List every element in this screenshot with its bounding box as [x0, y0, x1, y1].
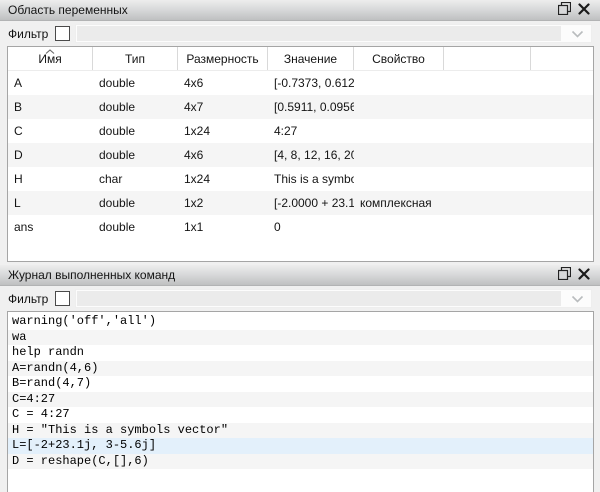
cell-property: комплексная: [354, 196, 444, 210]
history-filter-checkbox[interactable]: [55, 291, 70, 306]
column-header-label: Тип: [125, 52, 145, 66]
cell-dimension: 1x24: [178, 172, 268, 186]
history-close-button[interactable]: [574, 267, 594, 284]
close-icon: [578, 268, 590, 283]
workspace-filter-row: Фильтр: [0, 21, 600, 46]
variable-row-H[interactable]: Hchar1x24This is a symbol...: [8, 167, 593, 191]
column-header-type[interactable]: Тип: [93, 47, 178, 70]
chevron-down-icon: [571, 295, 584, 304]
cell-dimension: 1x2: [178, 196, 268, 210]
command-history-panel: Журнал выполненных команд Фильтр warning…: [0, 265, 600, 492]
cell-name: L: [8, 196, 93, 210]
command-item[interactable]: C = 4:27: [8, 407, 593, 423]
column-header-label: Значение: [284, 52, 337, 66]
cell-name: H: [8, 172, 93, 186]
cell-type: double: [93, 196, 178, 210]
cell-value: [-2.0000 + 23.10...: [268, 196, 354, 210]
workspace-filter-combobox[interactable]: [75, 24, 592, 43]
column-header-dimension[interactable]: Размерность: [178, 47, 268, 70]
cell-name: C: [8, 124, 93, 138]
workspace-filter-combobox-field[interactable]: [77, 26, 561, 41]
variable-row-A[interactable]: Adouble4x6[-0.7373, 0.6125,...: [8, 71, 593, 95]
history-filter-combobox[interactable]: [75, 289, 592, 308]
command-history-list: warning('off','all')wahelp randnA=randn(…: [7, 311, 594, 492]
cell-dimension: 1x1: [178, 220, 268, 234]
cell-name: A: [8, 76, 93, 90]
history-titlebar: Журнал выполненных команд: [0, 265, 600, 286]
command-item[interactable]: L=[-2+23.1j, 3-5.6j]: [8, 438, 593, 454]
cell-value: This is a symbol...: [268, 172, 354, 186]
history-filter-combobox-field[interactable]: [77, 291, 561, 306]
cell-value: [-0.7373, 0.6125,...: [268, 76, 354, 90]
float-icon: [558, 2, 571, 18]
cell-value: [0.5911, 0.09564...: [268, 100, 354, 114]
cell-type: double: [93, 220, 178, 234]
cell-dimension: 1x24: [178, 124, 268, 138]
cell-name: ans: [8, 220, 93, 234]
sort-ascending-icon: [45, 49, 55, 54]
command-item[interactable]: wa: [8, 330, 593, 346]
column-header-label: Размерность: [186, 52, 258, 66]
column-header-label: Свойство: [372, 52, 425, 66]
history-panel-title: Журнал выполненных команд: [8, 268, 554, 282]
cell-value: 4:27: [268, 124, 354, 138]
workspace-panel: Область переменных Фильтр Имя Тип Размерно…: [0, 0, 600, 262]
cell-dimension: 4x7: [178, 100, 268, 114]
workspace-filter-checkbox[interactable]: [55, 26, 70, 41]
chevron-down-icon: [571, 30, 584, 39]
column-header-name[interactable]: Имя: [8, 47, 93, 70]
workspace-float-button[interactable]: [554, 2, 574, 19]
history-float-button[interactable]: [554, 267, 574, 284]
cell-dimension: 4x6: [178, 76, 268, 90]
cell-name: B: [8, 100, 93, 114]
command-item[interactable]: H = "This is a symbols vector": [8, 423, 593, 439]
cell-name: D: [8, 148, 93, 162]
column-header-label: Имя: [38, 52, 61, 66]
variables-table: Имя Тип Размерность Значение Свойство Adoubl…: [7, 46, 594, 262]
command-item[interactable]: C=4:27: [8, 392, 593, 408]
workspace-panel-title: Область переменных: [8, 3, 554, 17]
variable-row-B[interactable]: Bdouble4x7[0.5911, 0.09564...: [8, 95, 593, 119]
column-header-value[interactable]: Значение: [268, 47, 354, 70]
history-filter-row: Фильтр: [0, 286, 600, 311]
history-filter-label: Фильтр: [8, 292, 48, 306]
variable-row-C[interactable]: Cdouble1x244:27: [8, 119, 593, 143]
command-item[interactable]: help randn: [8, 345, 593, 361]
variable-row-D[interactable]: Ddouble4x6[4, 8, 12, 16, 20, ...: [8, 143, 593, 167]
table-header-row: Имя Тип Размерность Значение Свойство: [8, 47, 593, 71]
workspace-filter-label: Фильтр: [8, 27, 48, 41]
column-header-spare-2: [531, 47, 593, 70]
table-body: Adouble4x6[-0.7373, 0.6125,...Bdouble4x7…: [8, 71, 593, 239]
cell-dimension: 4x6: [178, 148, 268, 162]
column-header-property[interactable]: Свойство: [354, 47, 444, 70]
cell-value: 0: [268, 220, 354, 234]
command-item[interactable]: A=randn(4,6): [8, 361, 593, 377]
variable-row-ans[interactable]: ansdouble1x10: [8, 215, 593, 239]
cell-type: double: [93, 124, 178, 138]
cell-value: [4, 8, 12, 16, 20, ...: [268, 148, 354, 162]
close-icon: [578, 3, 590, 18]
workspace-close-button[interactable]: [574, 2, 594, 19]
workspace-titlebar: Область переменных: [0, 0, 600, 21]
cell-type: double: [93, 100, 178, 114]
cell-type: double: [93, 148, 178, 162]
command-item[interactable]: D = reshape(C,[],6): [8, 454, 593, 470]
variable-row-L[interactable]: Ldouble1x2[-2.0000 + 23.10...комплексная: [8, 191, 593, 215]
column-header-spare-1: [444, 47, 531, 70]
cell-type: char: [93, 172, 178, 186]
cell-type: double: [93, 76, 178, 90]
command-item[interactable]: warning('off','all'): [8, 314, 593, 330]
float-icon: [558, 267, 571, 283]
command-item[interactable]: B=rand(4,7): [8, 376, 593, 392]
